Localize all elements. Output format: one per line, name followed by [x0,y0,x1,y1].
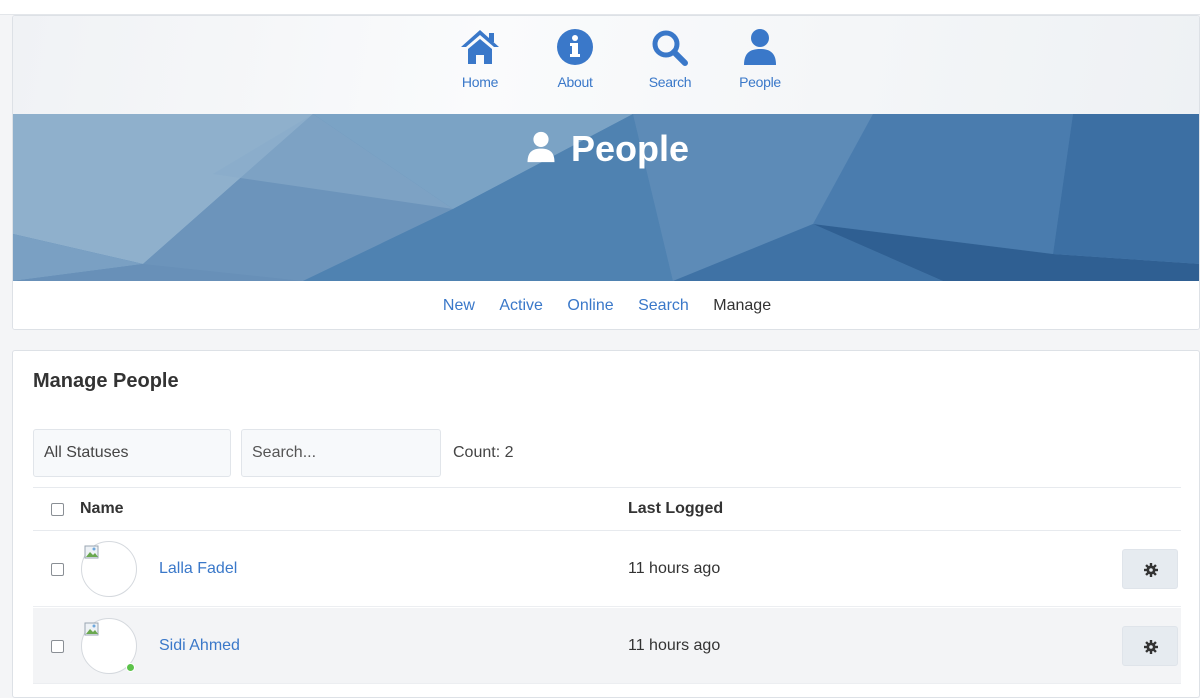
user-icon [744,29,776,65]
nav-search[interactable]: Search [635,28,705,90]
table-header: Name Last Logged [33,487,1181,531]
header-card: Home About Search People People New Acti… [12,15,1200,330]
online-status-dot [126,663,135,672]
row-settings-button[interactable] [1122,549,1178,589]
sub-nav: New Active Online Search Manage [13,281,1199,329]
broken-image-icon [84,545,99,559]
browser-top-strip [0,0,1200,15]
nav-about[interactable]: About [540,28,610,90]
subnav-manage[interactable]: Manage [713,297,771,315]
top-nav: Home About Search People [13,16,1199,114]
last-logged-value: 11 hours ago [628,560,721,577]
broken-image-icon [84,622,99,636]
nav-home[interactable]: Home [445,28,515,90]
hero-banner: People [13,114,1199,281]
people-count: Count: 2 [453,444,514,461]
avatar[interactable] [81,618,137,674]
nav-people[interactable]: People [725,28,795,90]
hero-title: People [13,128,1199,170]
subnav-search[interactable]: Search [638,297,689,315]
select-all-checkbox[interactable] [51,503,64,516]
status-filter-select[interactable]: All Statuses [33,429,231,477]
row-checkbox[interactable] [51,640,64,653]
last-logged-value: 11 hours ago [628,637,721,654]
row-checkbox[interactable] [51,563,64,576]
avatar[interactable] [81,541,137,597]
table-row: Sidi Ahmed 11 hours ago [33,608,1181,684]
column-name: Name [80,500,124,517]
gear-icon [1144,640,1158,654]
person-name-link[interactable]: Lalla Fadel [159,560,237,578]
nav-search-label: Search [648,74,692,90]
manage-people-card: Manage People All Statuses Count: 2 Name… [12,350,1200,698]
person-name-link[interactable]: Sidi Ahmed [159,637,240,655]
info-icon [557,29,593,65]
row-settings-button[interactable] [1122,626,1178,666]
manage-title: Manage People [33,370,179,392]
subnav-active[interactable]: Active [499,297,543,315]
subnav-new[interactable]: New [443,297,475,315]
gear-icon [1144,563,1158,577]
hero-title-text: People [570,128,690,169]
nav-about-label: About [557,74,593,90]
nav-home-label: Home [461,74,499,90]
home-icon [461,30,499,64]
user-icon [527,131,555,163]
nav-people-label: People [739,74,781,90]
table-row: Lalla Fadel 11 hours ago [33,531,1181,607]
search-icon [652,30,688,66]
column-last-logged: Last Logged [628,500,724,517]
subnav-online[interactable]: Online [567,297,613,315]
people-search-input[interactable] [241,429,441,477]
